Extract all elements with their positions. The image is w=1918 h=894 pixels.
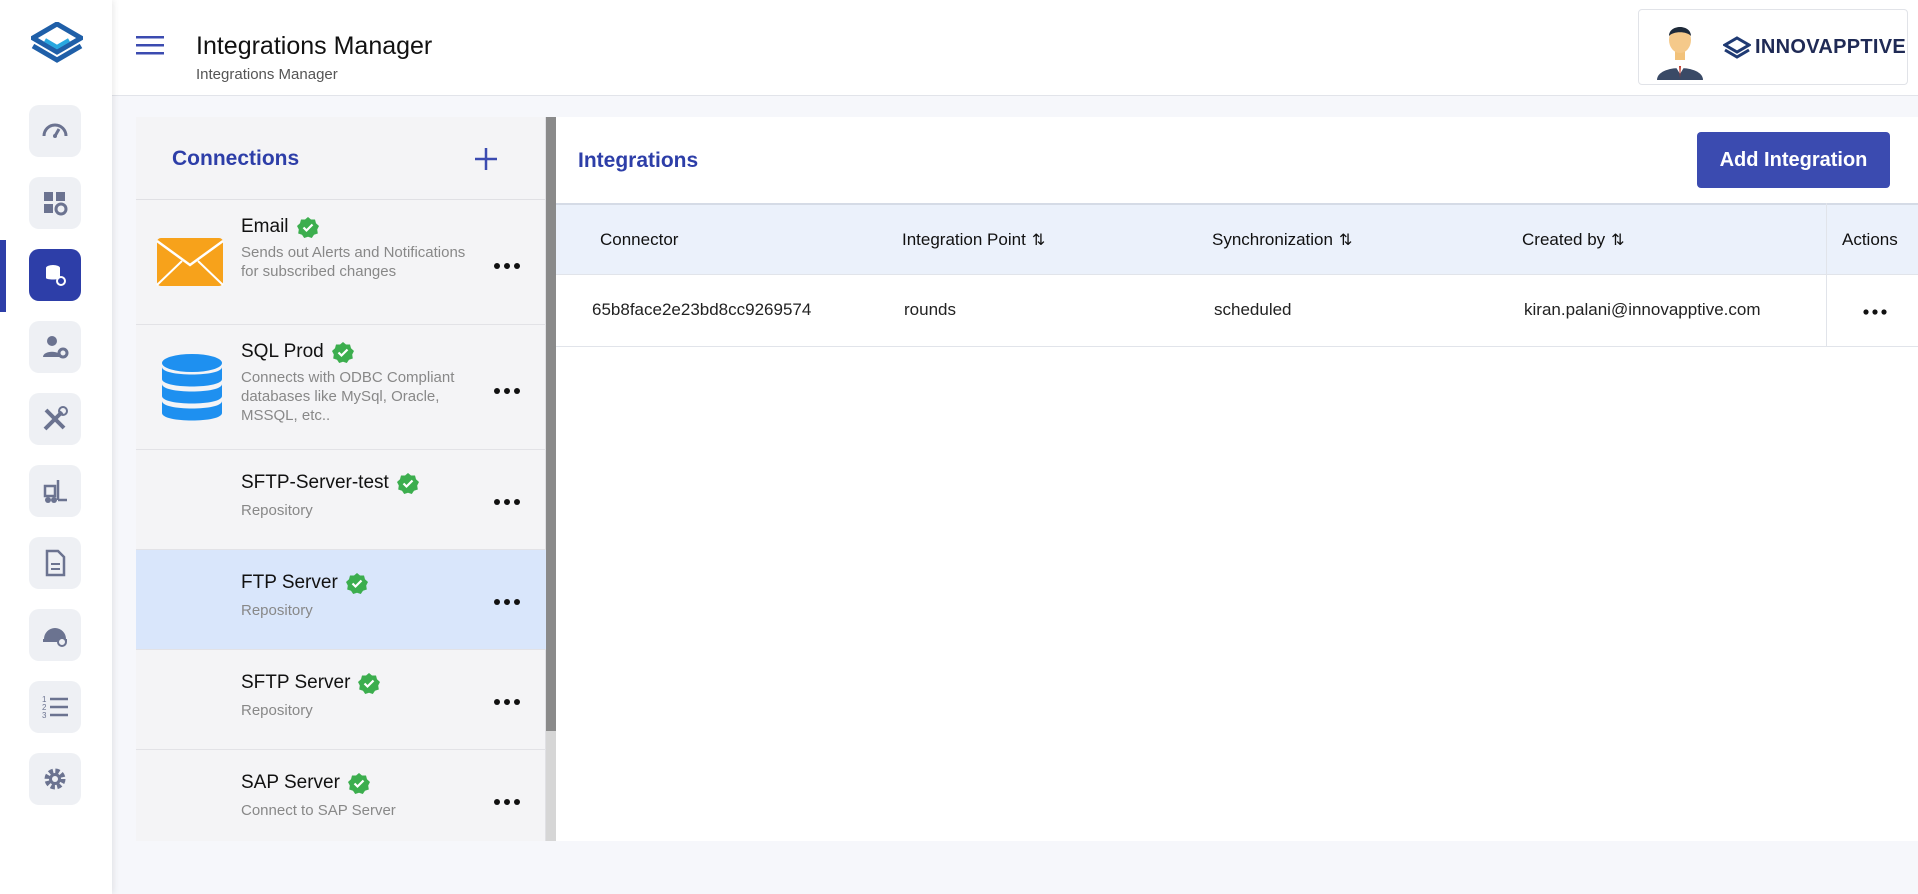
- more-options-icon[interactable]: [492, 260, 522, 272]
- connections-title: Connections: [172, 147, 300, 170]
- document-icon: [45, 549, 66, 577]
- page-footer-area: [112, 841, 1918, 894]
- column-header-synchronization[interactable]: Synchronization ⇅: [1212, 230, 1352, 250]
- top-header: Integrations Manager Integrations Manage…: [112, 0, 1918, 96]
- connection-item-email[interactable]: Email Sends out Alerts and Notifications…: [136, 200, 546, 325]
- sort-icon[interactable]: ⇅: [1032, 230, 1045, 250]
- verified-badge-icon: [345, 573, 368, 594]
- column-header-actions: Actions: [1842, 230, 1898, 250]
- connection-item-sftp-server-test[interactable]: SFTP-Server-test Repository: [136, 450, 546, 550]
- verified-badge-icon: [358, 673, 381, 694]
- verified-badge-icon: [396, 473, 419, 494]
- sidebar-item-equipment[interactable]: [29, 465, 81, 517]
- cell-synchronization: scheduled: [1214, 300, 1292, 319]
- sidebar-item-integrations[interactable]: [29, 249, 81, 301]
- integrations-title: Integrations: [578, 149, 699, 172]
- more-options-icon[interactable]: [492, 596, 522, 608]
- connection-item-ftp-server[interactable]: FTP Server Repository: [136, 550, 546, 650]
- database-icon: [162, 354, 222, 421]
- gear-icon: [44, 768, 66, 790]
- numbered-list-icon: 123: [42, 695, 68, 720]
- connections-scrollbar-thumb[interactable]: [546, 117, 556, 731]
- connection-item-sftp-server[interactable]: SFTP Server Repository: [136, 650, 546, 750]
- column-header-label: Integration Point: [902, 230, 1026, 249]
- connection-name: SQL Prod: [241, 341, 354, 363]
- connection-description: Connect to SAP Server: [241, 802, 396, 819]
- connection-name-text: SFTP Server: [241, 672, 351, 693]
- brand-logo-icon: [1723, 36, 1751, 59]
- tools-icon: [43, 406, 68, 431]
- svg-text:3: 3: [42, 711, 47, 720]
- connection-description: Sends out Alerts and Notifications for s…: [241, 244, 466, 280]
- sidebar-item-settings[interactable]: [29, 753, 81, 805]
- connection-name-text: SQL Prod: [241, 341, 324, 362]
- column-header-integration-point[interactable]: Integration Point ⇅: [902, 230, 1045, 250]
- column-header-connector: Connector: [600, 230, 678, 250]
- add-connection-icon[interactable]: [470, 143, 502, 175]
- widgets-settings-icon: [44, 192, 68, 216]
- verified-badge-icon: [347, 773, 370, 794]
- cell-created-by: kiran.palani@innovapptive.com: [1524, 300, 1761, 319]
- connection-name: Email: [241, 216, 319, 238]
- connection-name-text: FTP Server: [241, 572, 338, 593]
- table-row[interactable]: 65b8face2e23bd8cc9269574 rounds schedule…: [556, 275, 1918, 347]
- connections-panel: Connections Email Sends out Alerts and N…: [136, 117, 546, 841]
- sort-icon[interactable]: ⇅: [1611, 230, 1624, 250]
- column-header-label: Connector: [600, 230, 679, 249]
- connection-item-sql-prod[interactable]: SQL Prod Connects with ODBC Compliant da…: [136, 325, 546, 450]
- more-options-icon[interactable]: [492, 385, 522, 397]
- verified-badge-icon: [331, 342, 354, 363]
- connection-description: Connects with ODBC Compliant databases l…: [241, 369, 455, 424]
- connection-description: Repository: [241, 602, 313, 619]
- sort-icon[interactable]: ⇅: [1339, 230, 1352, 250]
- connection-name-text: Email: [241, 216, 289, 237]
- app-logo-icon[interactable]: [31, 22, 83, 68]
- column-header-label: Actions: [1842, 230, 1898, 249]
- connection-item-sap-server[interactable]: SAP Server Connect to SAP Server: [136, 750, 546, 841]
- connection-name: SFTP-Server-test: [241, 472, 419, 494]
- active-indicator: [0, 240, 6, 312]
- connection-name: SAP Server: [241, 772, 370, 794]
- more-options-icon[interactable]: [492, 496, 522, 508]
- column-header-created-by[interactable]: Created by ⇅: [1522, 230, 1625, 250]
- gauge-icon: [42, 123, 68, 138]
- sidebar-item-safety[interactable]: [29, 609, 81, 661]
- hard-hat-icon: [43, 628, 67, 647]
- row-actions-icon[interactable]: [1862, 307, 1888, 317]
- connection-description: Repository: [241, 502, 313, 519]
- connection-name-text: SAP Server: [241, 772, 340, 793]
- forklift-icon: [43, 480, 67, 503]
- more-options-icon[interactable]: [492, 796, 522, 808]
- cell-integration-point: rounds: [904, 300, 956, 319]
- sidebar-rail: 123: [0, 0, 112, 894]
- connection-name-text: SFTP-Server-test: [241, 472, 389, 493]
- hamburger-menu-icon[interactable]: [136, 34, 166, 58]
- user-settings-icon: [43, 336, 69, 359]
- column-header-label: Created by: [1522, 230, 1606, 249]
- user-brand-box[interactable]: INNOVAPPTIVE: [1638, 9, 1908, 85]
- sidebar-item-tools[interactable]: [29, 393, 81, 445]
- add-integration-button[interactable]: Add Integration: [1697, 132, 1890, 188]
- cell-connector: 65b8face2e23bd8cc9269574: [592, 300, 812, 319]
- verified-badge-icon: [296, 217, 319, 238]
- connection-name: FTP Server: [241, 572, 368, 594]
- avatar: [1657, 27, 1703, 80]
- integrations-panel: Integrations Add Integration Connector I…: [556, 117, 1918, 841]
- table-header: Connector Integration Point ⇅ Synchroniz…: [556, 203, 1918, 275]
- sidebar-item-documents[interactable]: [29, 537, 81, 589]
- connections-header: Connections: [136, 117, 546, 200]
- page-title: Integrations Manager: [196, 32, 433, 60]
- more-options-icon[interactable]: [492, 696, 522, 708]
- database-settings-icon: [46, 265, 66, 286]
- sidebar-item-users[interactable]: [29, 321, 81, 373]
- sidebar-item-dashboard[interactable]: [29, 105, 81, 157]
- envelope-icon: [156, 238, 224, 286]
- connection-name: SFTP Server: [241, 672, 381, 694]
- column-header-label: Synchronization: [1212, 230, 1333, 249]
- sidebar-item-widgets[interactable]: [29, 177, 81, 229]
- sidebar-item-lists[interactable]: 123: [29, 681, 81, 733]
- connection-description: Repository: [241, 702, 313, 719]
- breadcrumb: Integrations Manager: [196, 66, 338, 83]
- brand-name: INNOVAPPTIVE: [1755, 36, 1907, 58]
